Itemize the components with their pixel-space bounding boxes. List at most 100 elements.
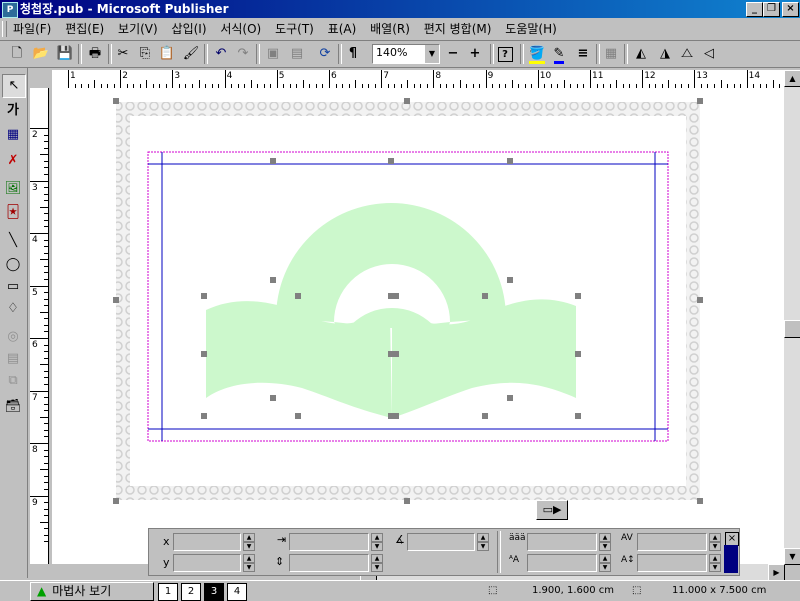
left-wave-handle[interactable] (295, 293, 301, 299)
vertical-ruler[interactable]: 2 3 4 5 6 7 8 9 (30, 88, 49, 564)
picture-frame-icon[interactable]: 🖼 (2, 178, 24, 200)
fill-color-icon[interactable]: 🪣 (526, 43, 548, 65)
right-wave-handle[interactable] (575, 293, 581, 299)
right-wave-handle[interactable] (575, 351, 581, 357)
width-spinner[interactable]: ▲ ▼ (371, 533, 383, 551)
menu-help[interactable]: 도움말(H) (500, 18, 562, 40)
page-2-tab[interactable]: 2 (181, 583, 201, 601)
rectangle-tool-icon[interactable]: ▭ (2, 276, 24, 298)
left-wave-handle[interactable] (201, 351, 207, 357)
text-scaling-spinner[interactable]: ▲ ▼ (599, 554, 611, 572)
y-spinner[interactable]: ▲ ▼ (243, 554, 255, 572)
right-wave-handle[interactable] (482, 293, 488, 299)
right-wave-handle[interactable] (482, 413, 488, 419)
scroll-down-icon[interactable]: ▼ (784, 548, 800, 565)
height-spinner[interactable]: ▲ ▼ (371, 554, 383, 572)
table-frame-icon[interactable]: ▦ (2, 124, 24, 146)
menu-view[interactable]: 보기(V) (113, 18, 163, 40)
connect-frames-icon[interactable]: ▭▶ (536, 500, 568, 520)
line-color-icon[interactable]: ✎ (548, 43, 570, 65)
new-document-icon[interactable]: 🗋 (6, 43, 28, 65)
text-scaling-field[interactable] (527, 554, 597, 572)
hot-spot-icon[interactable]: ◎ (2, 326, 24, 348)
restore-button[interactable]: ❐ (763, 2, 780, 17)
ruler-corner[interactable] (30, 70, 52, 88)
menu-arrange[interactable]: 배열(R) (365, 18, 415, 40)
scroll-right-icon[interactable]: ▶ (768, 564, 785, 581)
format-painter-icon[interactable]: 🖌 (180, 43, 202, 65)
kerning-spinner[interactable]: ▲ ▼ (709, 533, 721, 551)
form-control-icon[interactable]: ▤ (2, 348, 24, 370)
ring-handle[interactable] (270, 158, 276, 164)
publisher-icon[interactable]: P (2, 2, 18, 18)
pointer-icon[interactable]: ↖ (2, 74, 26, 98)
vertical-scroll-thumb[interactable] (784, 320, 800, 338)
page-3-tab[interactable]: 3 (204, 583, 224, 601)
menu-edit[interactable]: 편집(E) (60, 18, 109, 40)
line-spacing-spinner[interactable]: ▲ ▼ (709, 554, 721, 572)
ring-handle[interactable] (270, 277, 276, 283)
page-handle[interactable] (697, 98, 703, 104)
width-field[interactable] (289, 533, 369, 551)
line-tool-icon[interactable]: ╲ (2, 230, 24, 252)
page-handle[interactable] (113, 498, 119, 504)
rotation-field[interactable] (407, 533, 475, 551)
menu-table[interactable]: 표(A) (323, 18, 362, 40)
clip-gallery-icon[interactable]: 🃏 (2, 202, 24, 224)
show-wizard-button[interactable]: ▲ 마법사 보기 (30, 582, 154, 601)
ring-handle[interactable] (507, 277, 513, 283)
chevron-down-icon[interactable]: ▼ (425, 45, 439, 63)
scroll-up-icon[interactable]: ▲ (784, 70, 800, 87)
horizontal-ruler[interactable]: 1 2 3 4 5 6 7 8 9 10 11 12 13 14 (52, 70, 784, 89)
rotate-left-icon[interactable]: ◭ (630, 43, 652, 65)
line-spacing-field[interactable] (637, 554, 707, 572)
left-wave-handle[interactable] (295, 413, 301, 419)
page-handle[interactable] (113, 297, 119, 303)
kerning-field[interactable] (637, 533, 707, 551)
save-icon[interactable]: 💾 (54, 43, 76, 65)
oval-tool-icon[interactable]: ◯ (2, 254, 24, 276)
right-wave-handle[interactable] (393, 293, 399, 299)
undo-icon[interactable]: ↶ (210, 43, 232, 65)
vertical-scrollbar[interactable]: ▲ ▼ (784, 70, 800, 565)
custom-rotate-icon[interactable]: ⟳ (314, 43, 336, 65)
cut-icon[interactable]: ✂ (112, 43, 134, 65)
page-4-tab[interactable]: 4 (227, 583, 247, 601)
ring-handle[interactable] (388, 158, 394, 164)
help-icon[interactable]: ? (494, 43, 516, 65)
text-frame-icon[interactable]: 가 (2, 100, 24, 122)
menu-format[interactable]: 서식(O) (215, 18, 266, 40)
minimize-button[interactable]: _ (746, 2, 763, 17)
line-style-icon[interactable]: ≡ (572, 43, 594, 65)
page-handle[interactable] (113, 98, 119, 104)
custom-shapes-icon[interactable]: ♢ (2, 298, 24, 320)
height-field[interactable] (289, 554, 369, 572)
open-folder-icon[interactable]: 📂 (30, 43, 52, 65)
zoom-in-button[interactable]: + (464, 43, 486, 65)
shadow-icon[interactable]: ▦ (600, 43, 622, 65)
close-icon[interactable]: × (725, 532, 739, 546)
redo-icon[interactable]: ↷ (232, 43, 254, 65)
menu-file[interactable]: 파일(F) (8, 18, 56, 40)
y-position-field[interactable] (173, 554, 241, 572)
document-canvas[interactable]: ▭▶ (52, 88, 784, 564)
menu-insert[interactable]: 삽입(I) (167, 18, 212, 40)
show-special-characters-icon[interactable]: ¶ (342, 43, 364, 65)
zoom-out-button[interactable]: − (442, 43, 464, 65)
design-gallery-icon[interactable]: 🗃 (2, 396, 24, 418)
ring-handle[interactable] (507, 395, 513, 401)
character-spacing-spinner[interactable]: ▲ ▼ (599, 533, 611, 551)
page-handle[interactable] (697, 297, 703, 303)
paste-icon[interactable]: 📋 (156, 43, 178, 65)
wordart-icon[interactable]: ✗ (2, 150, 24, 172)
ring-handle[interactable] (507, 158, 513, 164)
x-position-field[interactable] (173, 533, 241, 551)
rotation-spinner[interactable]: ▲ ▼ (477, 533, 489, 551)
rotate-right-icon[interactable]: ◮ (654, 43, 676, 65)
ring-handle[interactable] (270, 395, 276, 401)
x-spinner[interactable]: ▲ ▼ (243, 533, 255, 551)
character-spacing-field[interactable] (527, 533, 597, 551)
left-wave-handle[interactable] (201, 293, 207, 299)
right-wave-handle[interactable] (393, 413, 399, 419)
zoom-select[interactable]: 140% ▼ (372, 44, 440, 64)
